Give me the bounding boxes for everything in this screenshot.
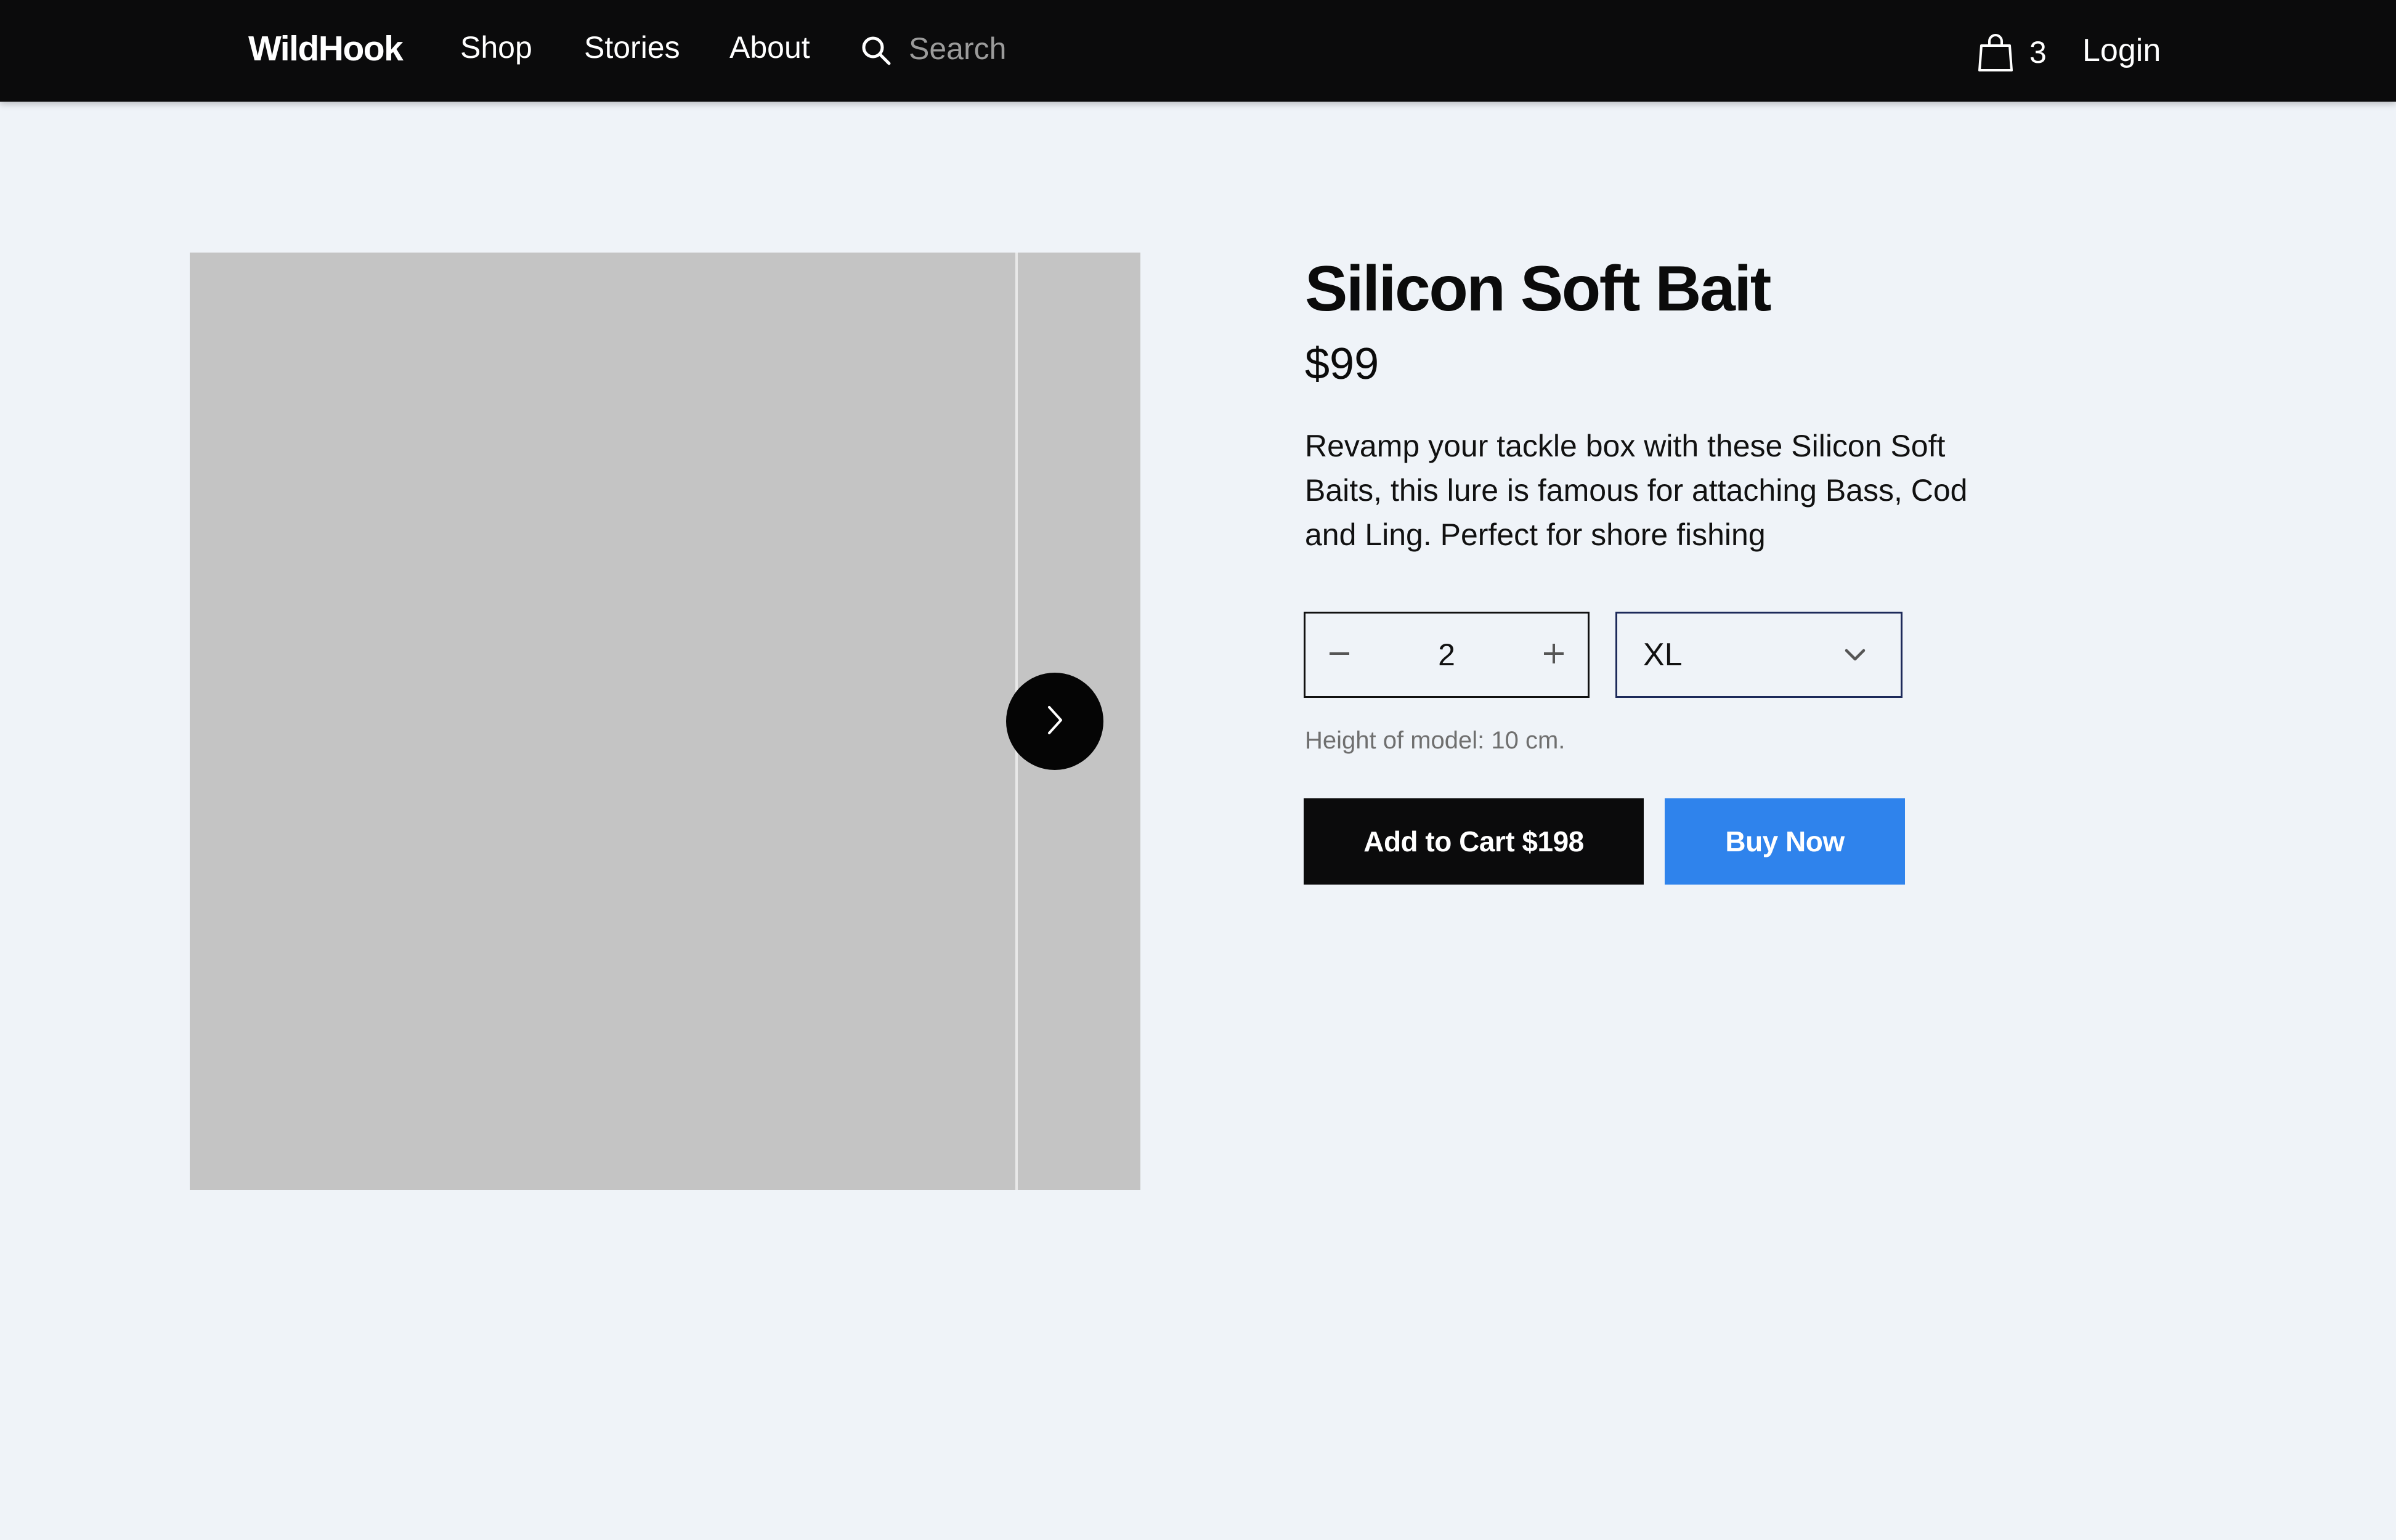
brand-logo[interactable]: WildHook bbox=[248, 28, 404, 69]
login-link[interactable]: Login bbox=[2082, 32, 2161, 69]
cart-button[interactable]: 3 bbox=[1978, 31, 2047, 74]
quantity-stepper: 2 bbox=[1304, 612, 1590, 698]
nav-link-shop[interactable]: Shop bbox=[460, 30, 532, 65]
plus-icon bbox=[1541, 641, 1566, 669]
add-to-cart-button[interactable]: Add to Cart $198 bbox=[1304, 798, 1644, 885]
product-image-carousel bbox=[190, 253, 1140, 1190]
search-input[interactable] bbox=[909, 27, 1094, 70]
size-select[interactable]: XL bbox=[1615, 612, 1903, 698]
chevron-right-icon bbox=[1042, 702, 1067, 742]
product-description: Revamp your tackle box with these Silico… bbox=[1305, 429, 1968, 552]
product-price: $99 bbox=[1305, 339, 1379, 389]
product-title: Silicon Soft Bait bbox=[1305, 253, 1771, 325]
model-height-note: Height of model: 10 cm. bbox=[1305, 727, 1566, 754]
size-selected-value: XL bbox=[1643, 637, 1683, 673]
decrease-quantity-button[interactable] bbox=[1306, 614, 1373, 696]
nav-link-about[interactable]: About bbox=[729, 30, 810, 65]
top-navigation-bar: WildHook Shop Stories About 3 Login bbox=[0, 0, 2396, 102]
increase-quantity-button[interactable] bbox=[1520, 614, 1588, 696]
quantity-value[interactable]: 2 bbox=[1373, 614, 1520, 696]
search-icon[interactable] bbox=[859, 34, 893, 67]
minus-icon bbox=[1327, 641, 1352, 669]
chevron-down-icon bbox=[1843, 646, 1867, 664]
carousel-next-button[interactable] bbox=[1006, 673, 1103, 770]
shopping-bag-icon bbox=[1978, 32, 2013, 73]
nav-link-stories[interactable]: Stories bbox=[584, 30, 680, 65]
buy-now-button[interactable]: Buy Now bbox=[1665, 798, 1905, 885]
cart-count-badge: 3 bbox=[2029, 35, 2047, 70]
